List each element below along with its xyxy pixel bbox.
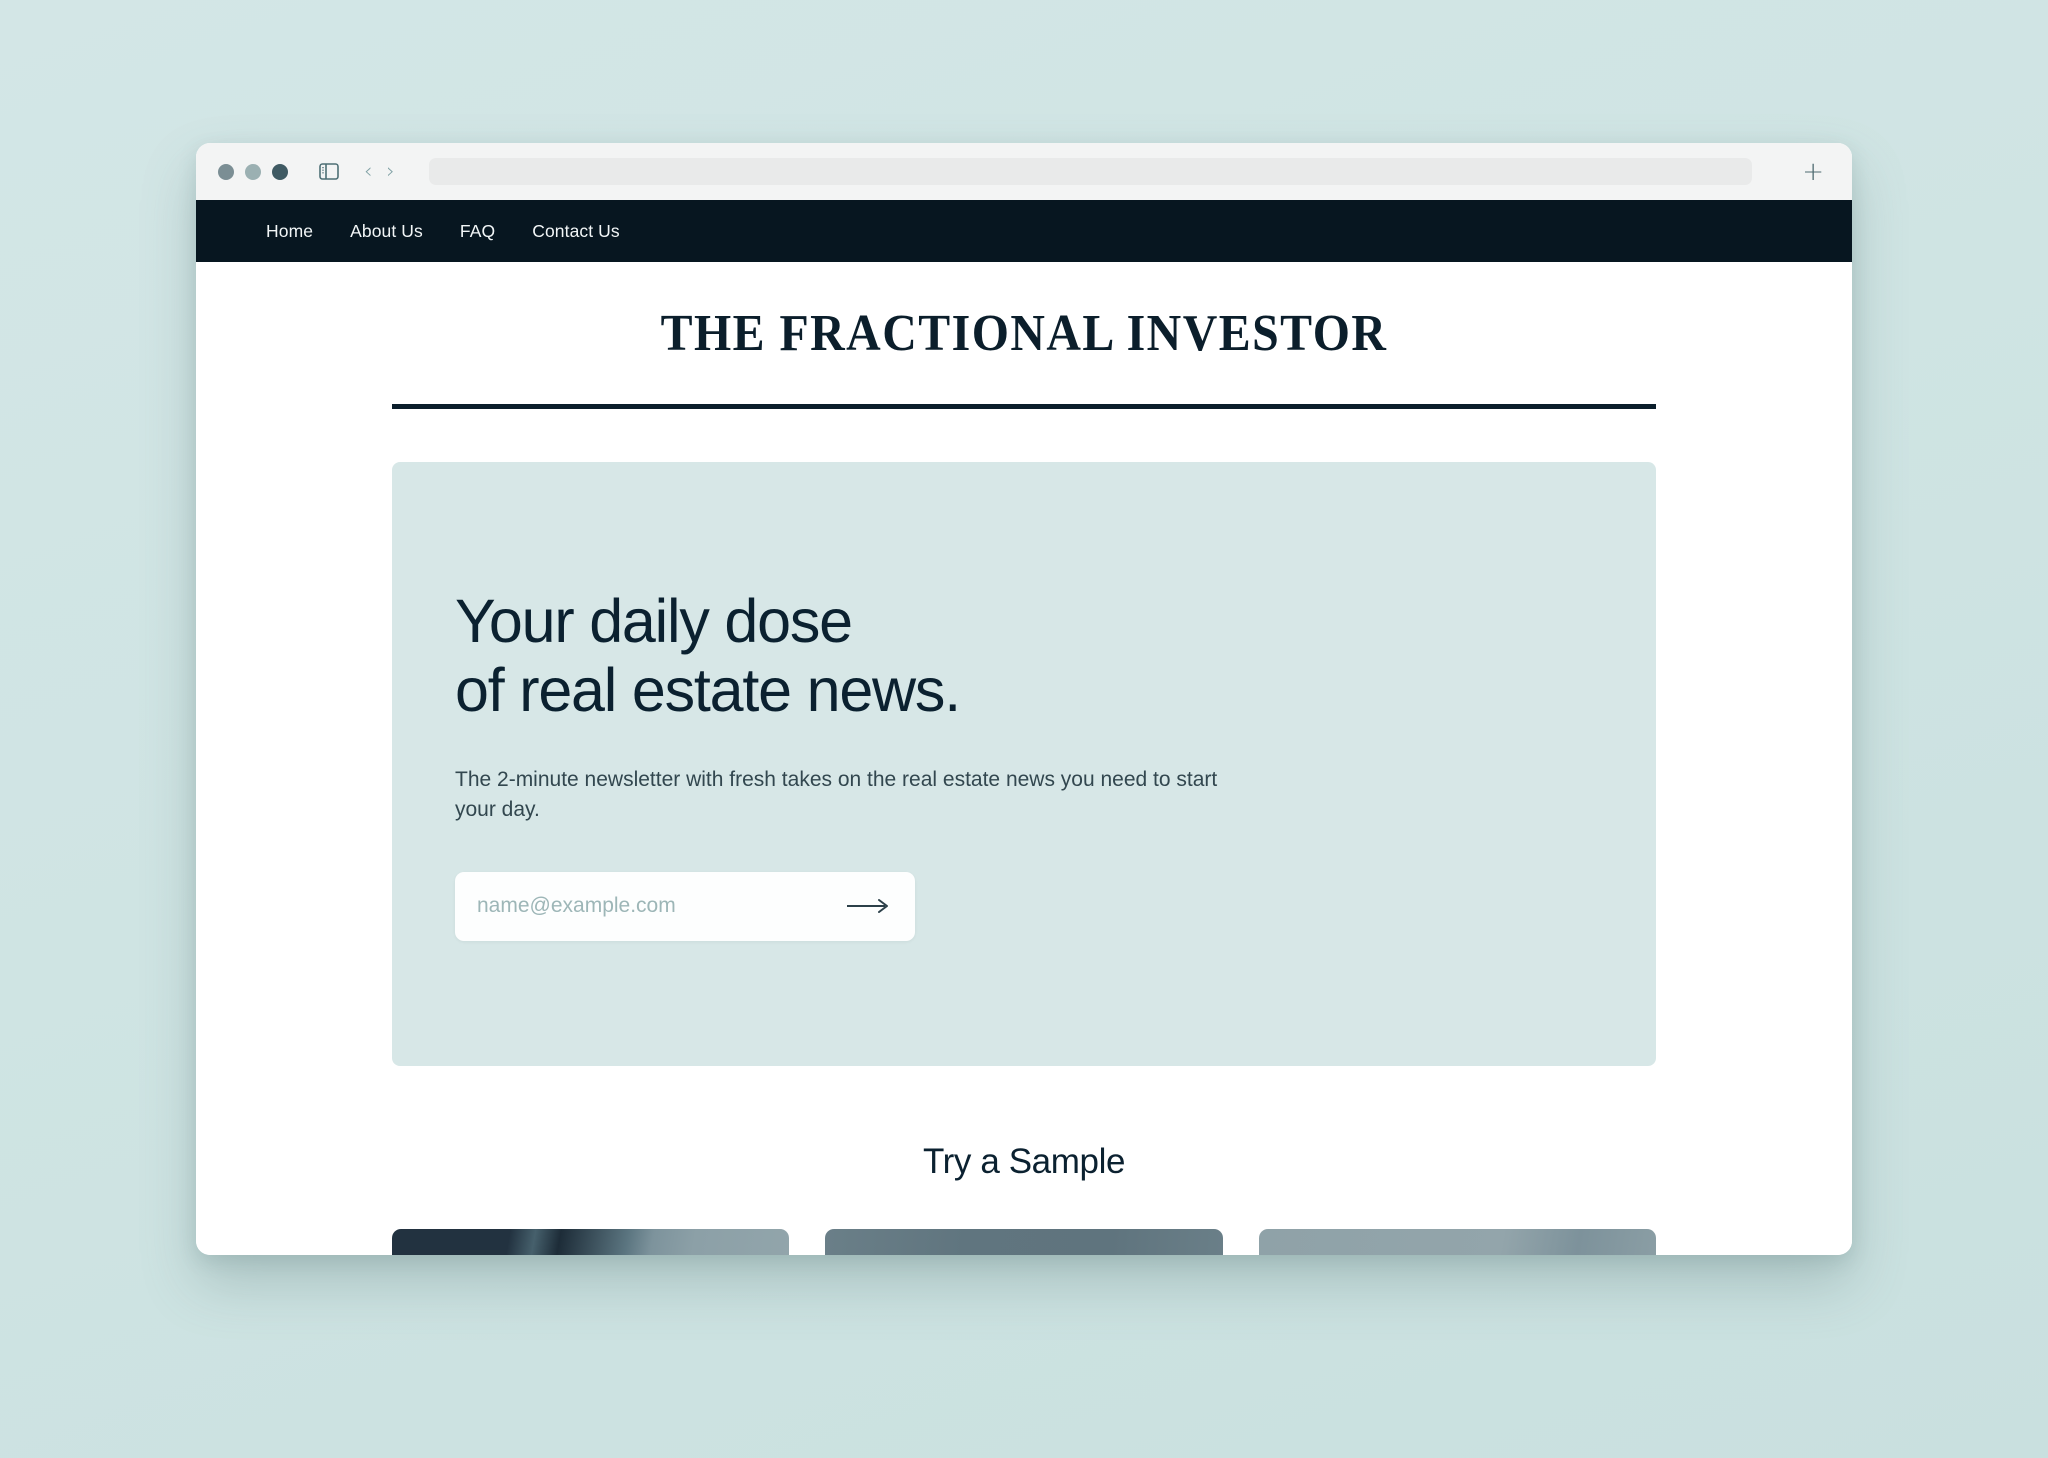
browser-window: ‹ › + Home About Us FAQ Contact Us THE F… [196, 143, 1852, 1255]
sample-card-3[interactable] [1258, 1229, 1656, 1255]
traffic-lights [218, 163, 288, 180]
maximize-window-button[interactable] [272, 163, 288, 180]
sample-card-2[interactable] [825, 1229, 1223, 1255]
address-bar[interactable] [428, 158, 1753, 185]
nav-item-about-us[interactable]: About Us [350, 221, 423, 242]
newsletter-signup-form [455, 871, 915, 941]
nav-item-contact-us[interactable]: Contact Us [532, 221, 620, 242]
hero-heading-line-1: Your daily dose [455, 587, 853, 656]
hero-heading-line-2: of real estate news. [455, 656, 961, 725]
email-input[interactable] [477, 894, 847, 919]
masthead: THE FRACTIONAL INVESTOR [196, 262, 1852, 360]
browser-toolbar: ‹ › + [196, 143, 1852, 200]
back-icon[interactable]: ‹ [364, 161, 372, 182]
hero-panel: Your daily dose of real estate news. The… [392, 462, 1656, 1066]
page-viewport: Home About Us FAQ Contact Us THE FRACTIO… [196, 200, 1852, 1255]
hero-heading: Your daily dose of real estate news. [455, 587, 1656, 725]
new-tab-button[interactable]: + [1802, 159, 1830, 185]
hero-subtext: The 2-minute newsletter with fresh takes… [455, 768, 1218, 821]
arrow-right-icon [847, 899, 888, 914]
submit-arrow-button[interactable] [847, 898, 889, 914]
masthead-divider [392, 404, 1656, 409]
sample-card-1[interactable] [392, 1229, 790, 1255]
sample-section: Try a Sample [196, 1142, 1852, 1182]
nav-item-home[interactable]: Home [266, 221, 313, 242]
site-title: THE FRACTIONAL INVESTOR [660, 305, 1388, 362]
navigation-arrows: ‹ › [364, 161, 395, 182]
close-window-button[interactable] [218, 163, 234, 180]
sidebar-toggle-icon[interactable] [314, 157, 344, 187]
nav-item-faq[interactable]: FAQ [460, 221, 495, 242]
site-navigation: Home About Us FAQ Contact Us [196, 200, 1852, 262]
minimize-window-button[interactable] [245, 163, 261, 180]
forward-icon[interactable]: › [386, 161, 394, 182]
sample-heading: Try a Sample [922, 1142, 1126, 1181]
sample-card-row [392, 1229, 1656, 1255]
